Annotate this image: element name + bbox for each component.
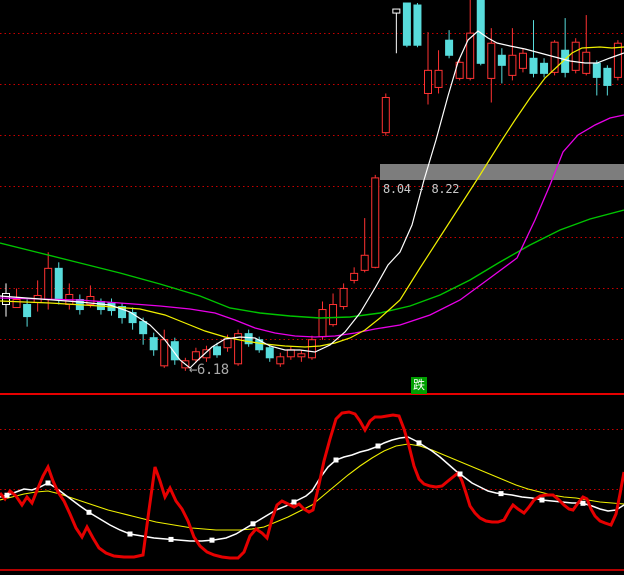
low-price-annotation: ←6.18 — [189, 362, 229, 378]
fall-badge: 跌 — [411, 377, 427, 394]
candlestick-chart-canvas[interactable] — [0, 0, 624, 575]
price-band-label: 8.04 - 8.22 — [383, 182, 459, 196]
stock-chart-window: 8.04 - 8.22 ←6.18 跌 — [0, 0, 624, 575]
